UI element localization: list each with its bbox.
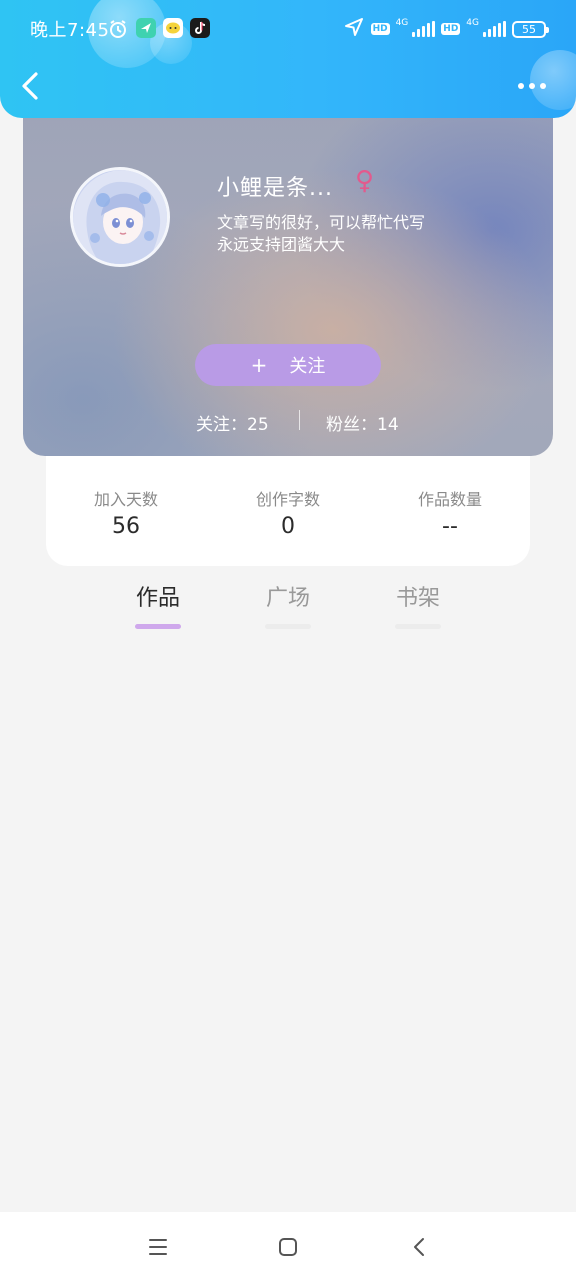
tab-label: 广场 [265,586,310,611]
more-dots-icon [540,83,546,89]
divider [299,410,300,430]
system-back-button[interactable] [404,1232,434,1262]
alarm-icon [108,19,128,39]
stat-label: 加入天数 [93,490,158,509]
hd-badge-2: HD [441,23,461,35]
follow-label: 关注 [289,356,326,377]
more-dots-icon [518,83,524,89]
tab-bookshelf[interactable]: 书架 [378,580,458,629]
hd-badge: HD [370,23,390,35]
stat-value: 56 [112,514,140,539]
menu-icon [149,1239,167,1255]
status-indicators: HD 4G HD 4G 55 [343,16,549,42]
tab-label: 作品 [135,586,180,611]
battery-icon: 55 [512,20,549,38]
follow-counts: 关注：25 粉丝：14 [23,410,553,436]
tab-square[interactable]: 广场 [248,580,328,629]
plus-icon: + [250,353,268,377]
stat-value: -- [442,514,458,539]
status-bar: 晚上7:45 HD 4G HD 4G 55 [0,0,576,56]
signal-icon [412,21,436,37]
tiktok-app-icon [190,18,210,38]
location-icon [343,16,365,42]
system-nav-bar [0,1212,576,1280]
tab-bar: 作品 广场 书架 [0,580,576,630]
fans-count[interactable]: 粉丝：14 [326,410,399,435]
more-dots-icon [529,83,535,89]
back-button[interactable] [14,66,50,106]
tab-works[interactable]: 作品 [118,580,198,629]
female-gender-icon: ♀ [355,166,375,196]
avatar[interactable] [70,167,170,267]
follow-button[interactable]: + 关注 [195,344,381,386]
stat-word-count: 创作字数 0 [208,486,368,539]
network-type: 4G [395,18,409,28]
stats-card: 加入天数 56 创作字数 0 作品数量 -- [46,446,530,566]
profile-card: 小鲤是条... ♀ 文章写的很好，可以帮忙代写 永远支持团酱大大 + 关注 关注… [23,100,553,456]
menu-button[interactable] [143,1232,173,1262]
bio-line: 文章写的很好，可以帮忙代写 [217,213,426,232]
tab-indicator [135,624,181,629]
more-button[interactable] [518,72,554,100]
following-count[interactable]: 关注：25 [196,410,269,435]
stat-value: 0 [281,514,295,539]
home-button[interactable] [273,1232,303,1262]
chat-app-icon [163,18,183,38]
profile-page: 晚上7:45 HD 4G HD 4G 55 小鲤是条... ♀ 文章写的很好，可… [0,0,576,1280]
home-square-icon [279,1238,297,1256]
network-type-2: 4G [466,18,479,28]
tab-indicator [395,624,441,629]
stat-label: 创作字数 [255,490,320,509]
chevron-left-icon [22,72,38,100]
bio-line: 永远支持团酱大大 [217,235,346,254]
signal-icon-2 [483,21,506,37]
stat-works-count: 作品数量 -- [370,486,530,539]
tab-label: 书架 [395,586,440,611]
top-bar: 晚上7:45 HD 4G HD 4G 55 [0,0,576,118]
stat-join-days: 加入天数 56 [46,486,206,539]
tab-indicator [265,624,311,629]
back-triangle-icon [414,1238,424,1256]
status-time: 晚上7:45 [30,20,110,41]
nickname: 小鲤是条... [217,176,333,201]
avatar-image [73,170,167,264]
navigation-app-icon [136,18,156,38]
stat-label: 作品数量 [417,490,482,509]
bio: 文章写的很好，可以帮忙代写 永远支持团酱大大 [217,212,425,256]
